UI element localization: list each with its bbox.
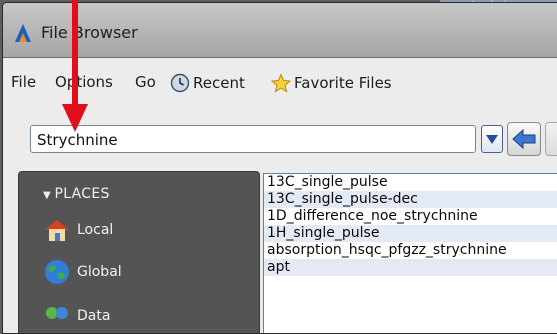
back-button[interactable] (507, 122, 541, 156)
menu-recent[interactable]: Recent (170, 73, 245, 93)
place-data[interactable]: Data (43, 303, 110, 329)
list-item[interactable]: 1H_single_pulse (264, 225, 557, 242)
place-data-label: Data (77, 308, 111, 324)
menu-go-label: Go (135, 73, 156, 91)
app-logo-icon (15, 24, 31, 42)
menu-recent-label: Recent (193, 74, 245, 92)
collapse-triangle-icon: ▼ (43, 190, 55, 201)
menu-go[interactable]: Go (135, 73, 156, 91)
globe-icon (45, 260, 69, 284)
list-item[interactable]: 13C_single_pulse (264, 174, 557, 191)
forward-button[interactable] (545, 122, 557, 156)
places-header-label: PLACES (54, 186, 110, 202)
place-local[interactable]: Local (43, 217, 113, 243)
menu-favorite-files-label: Favorite Files (294, 74, 392, 92)
place-local-label: Local (77, 222, 114, 238)
star-icon (271, 73, 291, 93)
list-item[interactable]: 1D_difference_noe_strychnine (264, 208, 557, 225)
list-item[interactable]: apt (264, 259, 557, 276)
path-dropdown-button[interactable] (481, 125, 503, 153)
chevron-down-icon (486, 135, 498, 144)
list-item[interactable]: 13C_single_pulse-dec (264, 191, 557, 208)
menu-file[interactable]: File (11, 73, 36, 91)
path-combobox[interactable] (30, 125, 476, 153)
annotation-arrow (62, 0, 88, 132)
place-global-label: Global (77, 264, 122, 280)
arrow-left-icon (512, 128, 536, 150)
clock-icon (170, 73, 190, 93)
place-global[interactable]: Global (43, 258, 122, 286)
places-header[interactable]: ▼ PLACES (43, 186, 110, 202)
places-panel: ▼ PLACES Local Global Data (18, 171, 260, 333)
file-list: 13C_single_pulse 13C_single_pulse-dec 1D… (263, 173, 557, 333)
data-icon (46, 307, 68, 319)
list-item[interactable]: absorption_hsqc_pfgzz_strychnine (264, 242, 557, 259)
path-input[interactable] (35, 128, 459, 152)
menu-favorite-files[interactable]: Favorite Files (271, 73, 392, 93)
menu-file-label: File (11, 73, 37, 91)
home-icon (45, 220, 69, 241)
